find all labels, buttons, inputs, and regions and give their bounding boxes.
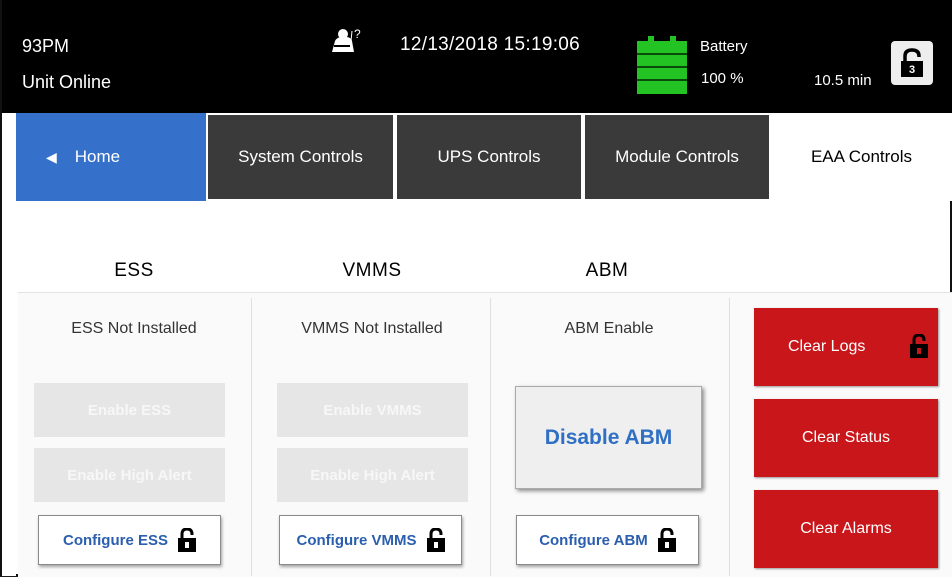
enable-vmms-button: Enable VMMS <box>277 383 468 437</box>
column-divider <box>729 298 730 576</box>
clear-status-button[interactable]: Clear Status <box>754 399 938 477</box>
unlock-icon <box>657 528 676 552</box>
tab-ups-controls[interactable]: UPS Controls <box>395 113 583 201</box>
unit-status: Unit Online <box>22 72 112 92</box>
configure-vmms-label: Configure VMMS <box>296 531 417 549</box>
battery-runtime: 10.5 min <box>814 72 872 89</box>
tab-module-controls[interactable]: Module Controls <box>583 113 771 201</box>
ess-enable-high-alert-button: Enable High Alert <box>34 448 225 502</box>
operator-help-icon[interactable]: ? <box>330 28 368 54</box>
abm-status: ABM Enable <box>564 320 654 337</box>
ups-screen: 93PM Unit Online ? 12/13/2018 15:19:06 B… <box>0 0 952 577</box>
access-level-number: 3 <box>909 64 915 76</box>
left-margin <box>2 113 16 576</box>
tab-ups-controls-label: UPS Controls <box>437 147 541 166</box>
clear-alarms-button[interactable]: Clear Alarms <box>754 490 938 568</box>
date-time: 12/13/2018 15:19:06 <box>400 34 581 55</box>
unlock-icon <box>426 528 445 552</box>
abm-section-title: ABM <box>585 260 629 281</box>
unlock-icon: 3 <box>901 48 923 77</box>
tab-eaa-controls-label: EAA Controls <box>810 147 913 166</box>
vmms-section-title: VMMS <box>342 260 402 281</box>
configure-abm-label: Configure ABM <box>539 531 648 549</box>
svg-text:?: ? <box>354 28 361 41</box>
configure-ess-label: Configure ESS <box>62 531 168 549</box>
battery-icon <box>637 36 687 94</box>
vmms-enable-high-alert-button: Enable High Alert <box>277 448 468 502</box>
column-divider <box>490 298 491 576</box>
access-lock-button[interactable]: 3 <box>891 41 933 85</box>
clear-alarms-label: Clear Alarms <box>800 520 892 537</box>
tab-home[interactable]: ◀ Home <box>16 113 206 201</box>
unlock-icon <box>910 334 928 358</box>
tab-eaa-controls[interactable]: EAA Controls <box>771 113 952 201</box>
configure-ess-button[interactable]: Configure ESS <box>38 515 221 565</box>
tab-system-controls-label: System Controls <box>238 147 363 166</box>
unlock-icon <box>178 528 196 552</box>
tab-home-label: Home <box>74 147 121 166</box>
battery-label: Battery <box>700 38 748 55</box>
vmms-status: VMMS Not Installed <box>301 320 443 337</box>
status-bar: 93PM Unit Online ? 12/13/2018 15:19:06 B… <box>2 0 952 113</box>
navigation-tabs: ◀ Home System Controls UPS Controls Modu… <box>16 113 952 201</box>
disable-abm-button[interactable]: Disable ABM <box>515 386 702 489</box>
tab-module-controls-label: Module Controls <box>615 147 739 166</box>
clear-logs-button[interactable]: Clear Logs <box>754 308 938 386</box>
configure-vmms-button[interactable]: Configure VMMS <box>279 515 462 565</box>
ess-status: ESS Not Installed <box>71 320 197 337</box>
back-arrow-icon: ◀ <box>46 148 57 165</box>
unit-name: 93PM <box>22 36 70 56</box>
ess-section-title: ESS <box>114 260 154 281</box>
tab-system-controls[interactable]: System Controls <box>206 113 395 201</box>
configure-abm-button[interactable]: Configure ABM <box>516 515 699 565</box>
column-divider <box>251 298 252 576</box>
enable-ess-button: Enable ESS <box>34 383 225 437</box>
clear-logs-label: Clear Logs <box>788 338 866 355</box>
battery-percent: 100 % <box>701 70 744 87</box>
clear-status-label: Clear Status <box>801 429 891 446</box>
